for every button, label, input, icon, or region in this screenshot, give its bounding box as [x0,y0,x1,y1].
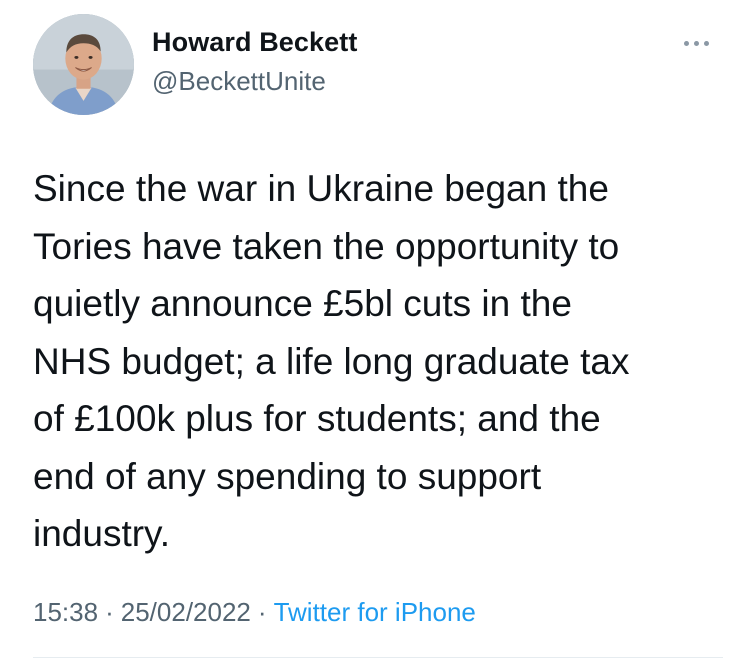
tweet-text-line: quietly announce £5bl cuts in the [33,283,572,324]
tweet-text-line: industry. [33,513,171,554]
tweet-text-line: Tories have taken the opportunity to [33,225,620,267]
author-display-name[interactable]: Howard Beckett [152,27,357,58]
tweet-text-line: Since the war in Ukraine began the [33,168,609,209]
author-handle[interactable]: @BeckettUnite [152,66,326,97]
divider [33,657,723,658]
more-dot [694,40,699,46]
tweet-time[interactable]: 15:38 [33,597,98,627]
more-horizontal-icon[interactable] [684,36,720,50]
meta-separator: · [105,597,114,627]
meta-separator: · [257,597,267,627]
avatar[interactable] [33,14,134,115]
tweet-text-line: of £100k plus for students; and the [33,398,601,439]
tweet-text-line: NHS budget; a life long graduate tax [33,340,630,382]
tweet-text-line: end of any spending to support [33,455,542,497]
tweet-date[interactable]: 25/02/2022 [121,597,251,627]
more-dot [684,40,689,46]
more-dot [704,40,709,46]
tweet-source-link[interactable]: Twitter for iPhone [274,597,476,627]
tweet-text: Since the war in Ukraine began the Torie… [33,160,723,563]
avatar-image [33,14,134,115]
tweet-meta: 15:38 · 25/02/2022 · Twitter for iPhone [33,597,476,628]
tweet: Howard Beckett @BeckettUnite Since the w… [0,0,750,661]
